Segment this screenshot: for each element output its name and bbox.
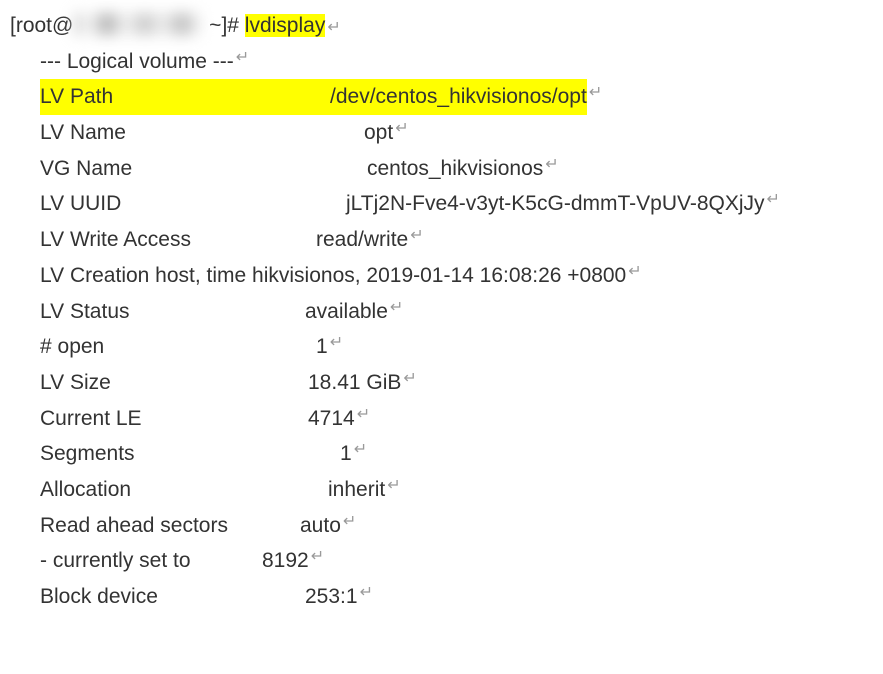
- lv-status-value: available: [305, 294, 388, 330]
- prompt-prefix: [root@: [10, 14, 73, 37]
- lv-status-label: LV Status: [40, 294, 305, 330]
- segments-label: Segments: [40, 436, 340, 472]
- block-device-row: Block device253:1↵: [40, 579, 873, 615]
- allocation-label: Allocation: [40, 472, 328, 508]
- eol-icon: ↵: [545, 151, 558, 187]
- eol-icon: ↵: [628, 258, 641, 294]
- eol-icon: ↵: [354, 436, 367, 472]
- lv-uuid-value: jLTj2N-Fve4-v3yt-K5cG-dmmT-VpUV-8QXjJy: [346, 186, 765, 222]
- lv-creation-text: LV Creation host, time hikvisionos, 2019…: [40, 258, 626, 294]
- open-row: # open1↵: [40, 329, 873, 365]
- redacted-hostname: [75, 13, 201, 35]
- eol-icon: ↵: [390, 294, 403, 330]
- read-ahead-label: Read ahead sectors: [40, 508, 300, 544]
- lv-write-access-row: LV Write Accessread/write↵: [40, 222, 873, 258]
- lv-name-value: opt: [364, 115, 393, 151]
- eol-icon: ↵: [395, 115, 408, 151]
- eol-icon: ↵: [767, 186, 780, 222]
- lv-size-label: LV Size: [40, 365, 308, 401]
- current-le-row: Current LE4714↵: [40, 401, 873, 437]
- open-label: # open: [40, 329, 316, 365]
- lv-name-row: LV Nameopt↵: [40, 115, 873, 151]
- lv-size-row: LV Size18.41 GiB↵: [40, 365, 873, 401]
- lv-path-label: LV Path: [40, 79, 330, 115]
- eol-icon: ↵: [403, 365, 416, 401]
- current-le-value: 4714: [308, 401, 355, 437]
- segments-row: Segments1↵: [40, 436, 873, 472]
- vg-name-label: VG Name: [40, 151, 367, 187]
- lv-uuid-label: LV UUID: [40, 186, 346, 222]
- read-ahead-value: auto: [300, 508, 341, 544]
- lv-write-access-value: read/write: [316, 222, 408, 258]
- open-value: 1: [316, 329, 328, 365]
- currently-set-to-value: 8192: [262, 543, 309, 579]
- lv-path-row: LV Path/dev/centos_hikvisionos/opt↵: [40, 79, 873, 115]
- lv-write-access-label: LV Write Access: [40, 222, 316, 258]
- vg-name-row: VG Namecentos_hikvisionos↵: [40, 151, 873, 187]
- lv-creation-row: LV Creation host, time hikvisionos, 2019…: [40, 258, 873, 294]
- lv-name-label: LV Name: [40, 115, 364, 151]
- lvdisplay-output: --- Logical volume ---↵ LV Path/dev/cent…: [10, 44, 873, 615]
- block-device-value: 253:1: [305, 579, 358, 615]
- prompt-line: [root@ ~]# lvdisplay↵: [10, 8, 873, 44]
- eol-icon: ↵: [327, 19, 340, 36]
- eol-icon: ↵: [236, 44, 249, 80]
- allocation-value: inherit: [328, 472, 385, 508]
- read-ahead-row: Read ahead sectorsauto↵: [40, 508, 873, 544]
- vg-name-value: centos_hikvisionos: [367, 151, 543, 187]
- eol-icon: ↵: [343, 508, 356, 544]
- currently-set-to-row: - currently set to8192↵: [40, 543, 873, 579]
- allocation-row: Allocationinherit↵: [40, 472, 873, 508]
- eol-icon: ↵: [330, 329, 343, 365]
- block-device-label: Block device: [40, 579, 305, 615]
- lv-size-value: 18.41 GiB: [308, 365, 401, 401]
- prompt-suffix: ~]#: [203, 14, 244, 37]
- section-header: --- Logical volume ---↵: [40, 44, 873, 80]
- lv-path-value: /dev/centos_hikvisionos/opt: [330, 79, 587, 115]
- current-le-label: Current LE: [40, 401, 308, 437]
- lv-uuid-row: LV UUIDjLTj2N-Fve4-v3yt-K5cG-dmmT-VpUV-8…: [40, 186, 873, 222]
- command-text: lvdisplay: [245, 14, 326, 37]
- eol-icon: ↵: [387, 472, 400, 508]
- currently-set-to-label: - currently set to: [40, 543, 262, 579]
- lv-status-row: LV Statusavailable↵: [40, 294, 873, 330]
- eol-icon: ↵: [357, 401, 370, 437]
- eol-icon: ↵: [360, 579, 373, 615]
- segments-value: 1: [340, 436, 352, 472]
- eol-icon: ↵: [311, 543, 324, 579]
- header-text: --- Logical volume ---: [40, 44, 234, 80]
- eol-icon: ↵: [589, 79, 602, 115]
- eol-icon: ↵: [410, 222, 423, 258]
